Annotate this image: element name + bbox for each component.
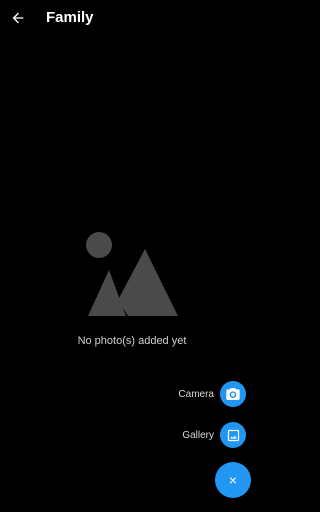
gallery-action[interactable]: Gallery xyxy=(182,422,246,448)
image-placeholder-icon xyxy=(86,232,178,316)
app-bar: Family xyxy=(0,0,264,36)
camera-button[interactable] xyxy=(220,381,246,407)
camera-action[interactable]: Camera xyxy=(178,381,246,407)
gallery-icon xyxy=(227,429,239,441)
back-button[interactable] xyxy=(6,6,30,30)
camera-icon xyxy=(226,388,240,400)
gallery-button[interactable] xyxy=(220,422,246,448)
page-title: Family xyxy=(46,9,94,26)
gallery-action-label: Gallery xyxy=(182,429,214,441)
close-icon: × xyxy=(228,472,238,488)
empty-state-illustration xyxy=(82,228,182,320)
camera-action-label: Camera xyxy=(178,388,214,400)
close-fab-button[interactable]: × xyxy=(215,462,251,498)
arrow-back-icon xyxy=(12,12,24,24)
empty-state-message: No photo(s) added yet xyxy=(77,335,187,347)
